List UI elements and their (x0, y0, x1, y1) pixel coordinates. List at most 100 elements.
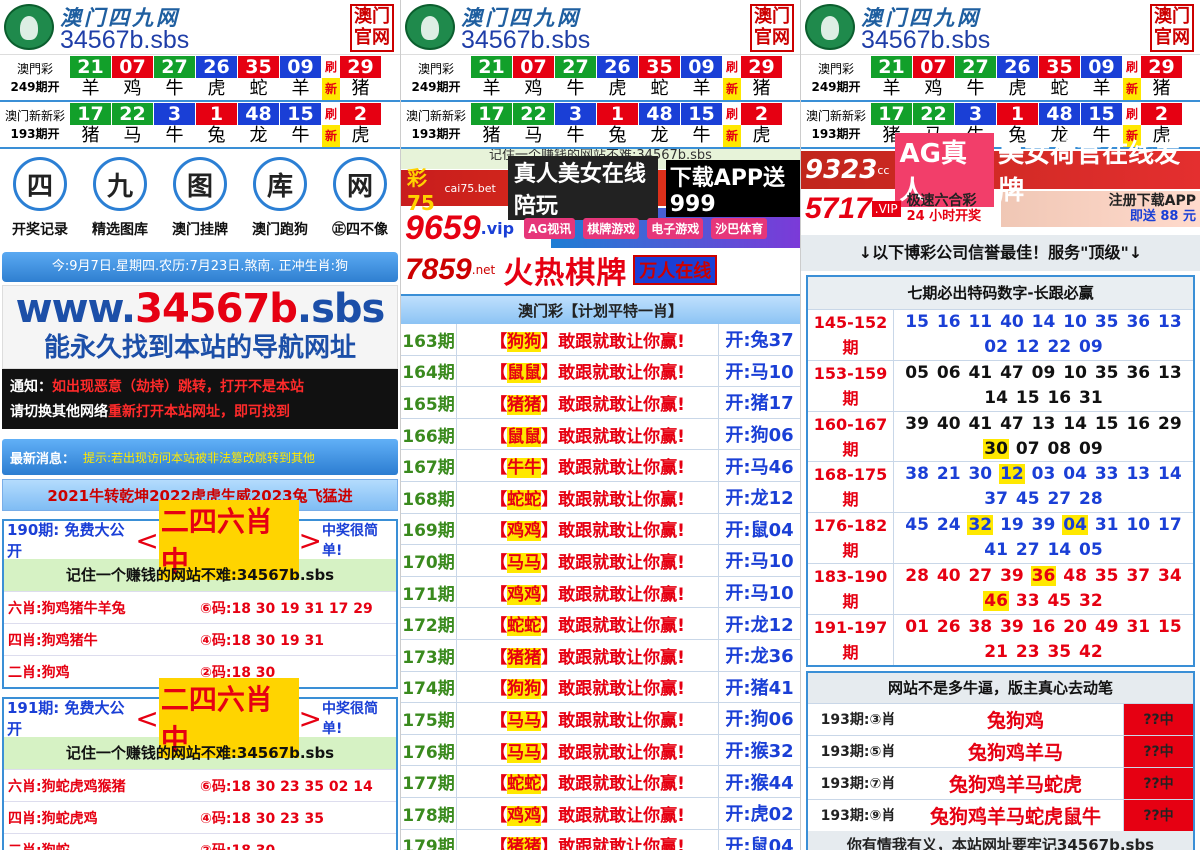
number-ball: 35 蛇 (1039, 56, 1081, 100)
seven-number: 31 (1126, 616, 1151, 637)
official-badge: 澳门 官网 (750, 4, 794, 52)
seven-number: 12 (1015, 337, 1040, 357)
ball-number: 29 (1141, 56, 1182, 78)
plan-pick: 【蛇蛇】敢跟就敢让你赢! (457, 485, 718, 510)
number-pick: ⑥码:18 30 23 35 02 14 (200, 776, 373, 796)
nav-icon: 网 (333, 157, 387, 211)
ad-banner-7859[interactable]: 7859 .net 火热棋牌 万人在线 (401, 250, 800, 291)
refresh-link[interactable]: 刷新 (322, 103, 340, 147)
prediction-row: 六肖:狗蛇虎鸡猴猪 ⑥码:18 30 23 35 02 14 (4, 769, 396, 801)
pick-value: 狗蛇 (42, 843, 70, 850)
plan-result: 开:虎02 (718, 797, 800, 829)
special-ball: 2虎 (741, 103, 783, 147)
refresh-link[interactable]: 刷新 (723, 103, 741, 147)
special-ball: 29 猪 (1141, 56, 1183, 100)
news-ticker: 最新消息： 提示:若出现访问本站被非法篡改跳转到其他 (2, 439, 398, 475)
ball-zodiac: 龙 (650, 125, 669, 146)
ball-zodiac: 马 (524, 125, 543, 146)
ball-number: 29 (340, 56, 381, 78)
refresh-char: 新 (723, 125, 741, 147)
refresh-link[interactable]: 刷新 (1123, 56, 1141, 100)
ball-zodiac: 猪 (482, 125, 501, 146)
seven-number: 13 (1126, 464, 1151, 485)
prediction-period: 190期: 免费大公开 (7, 521, 125, 560)
prediction-row: 四肖:狗蛇虎鸡 ④码:18 30 23 35 (4, 801, 396, 833)
nav-item[interactable]: 图澳门挂牌 (161, 157, 239, 244)
bracket: 】 (541, 521, 559, 542)
ball-number: 3 (154, 103, 195, 125)
ball-number: 22 (112, 103, 153, 125)
ball-zodiac: 虎 (207, 78, 226, 99)
nav-item[interactable]: 库澳门跑狗 (241, 157, 319, 244)
zodiac-result: ??中 (1123, 703, 1193, 735)
plan-period: 165期 (401, 387, 457, 418)
nav-item[interactable]: 九精选图库 (81, 157, 159, 244)
nav-item[interactable]: 网㊣四不像 (321, 157, 399, 244)
number-ball: 27 牛 (555, 56, 597, 100)
bracket: 【 (490, 552, 508, 573)
plan-result: 开:马46 (718, 450, 800, 481)
number-ball: 3牛 (154, 103, 196, 147)
number-ball: 07 鸡 (112, 56, 154, 100)
ball-zodiac: 羊 (482, 78, 501, 99)
badge-top: 澳门 (354, 6, 390, 27)
refresh-link[interactable]: 刷新 (322, 56, 340, 100)
plan-row: 176期 【马马】敢跟就敢让你赢! 开:猴32 (401, 734, 800, 767)
ad-number: 9659 (405, 208, 481, 247)
ad-sub: cc (877, 163, 890, 177)
seven-number: 11 (968, 312, 993, 332)
prediction-tail: 中奖很简单! (321, 523, 378, 559)
ball-number: 1 (196, 103, 237, 125)
site-header: 澳门四九网 34567b.sbs 澳门 官网 (0, 0, 400, 55)
seven-number: 28 (1079, 489, 1103, 510)
seven-number: 16 (1126, 413, 1151, 434)
nav-url-banner[interactable]: www.34567b.sbs 能永久找到本站的导航网址 (2, 285, 398, 369)
ball-number: 07 (112, 56, 153, 78)
plan-result: 开:猴32 (718, 734, 800, 766)
bracket: 】 (541, 774, 559, 795)
ball-number: 17 (471, 103, 512, 125)
badge-bottom: 官网 (1154, 27, 1190, 48)
ad-banner-cai75[interactable]: 彩75 cai75.bet 真人美女在线陪玩 下载APP送999 (401, 156, 800, 220)
macau-result: 澳門彩 249期开 21 羊 07 鸡 27 牛 26 虎 35 蛇 09 羊刷新 29 猪 (0, 56, 400, 102)
seven-row: 160-167期 39 40 41 47 13 14 15 16 29 30 07… (808, 410, 1193, 462)
number-ball: 07 鸡 (513, 56, 555, 100)
plan-row: 164期 【鼠鼠】敢跟就敢让你赢! 开:马10 (401, 355, 800, 388)
seven-number: 35 (1094, 565, 1119, 586)
ball-zodiac: 猪 (351, 78, 370, 99)
official-badge: 澳门 官网 (350, 4, 394, 52)
seven-number: 40 (936, 413, 961, 434)
refresh-link[interactable]: 刷新 (723, 56, 741, 100)
plan-period: 167期 (401, 450, 457, 481)
ball-number: 3 (955, 103, 996, 125)
ball-zodiac: 虎 (608, 78, 627, 99)
ball-zodiac: 牛 (692, 125, 711, 146)
ball-zodiac: 鸡 (524, 78, 543, 99)
bracket: 【 (490, 837, 508, 850)
ball-number: 2 (1141, 103, 1182, 125)
nav-icon: 库 (253, 157, 307, 211)
draw-info: 澳門彩 249期开 (0, 56, 70, 100)
draw-label: 澳門彩 (16, 62, 53, 76)
plan-zodiac: 猪猪 (507, 647, 542, 668)
macau-result: 澳門彩 249期开 21 羊 07 鸡 27 牛 26 虎 35 蛇 09 羊刷新 29 猪 (401, 56, 800, 102)
plan-title: 澳门彩【计划平特一肖】 (401, 294, 800, 324)
plan-zodiac: 鸡鸡 (507, 805, 542, 826)
zodiac-pick: 兔狗鸡羊马 (967, 741, 1063, 764)
seven-number: 39 (905, 413, 929, 434)
ad-banner-9323[interactable]: 9323 cc AG真人 美女荷官在线发牌 (801, 133, 1200, 207)
plan-row: 172期 【蛇蛇】敢跟就敢让你赢! 开:龙12 (401, 608, 800, 640)
pick-label: 四肖: (8, 632, 42, 649)
prediction-tail: 中奖很简单! (321, 701, 378, 737)
refresh-char: 刷 (324, 107, 337, 121)
plan-pick: 【马马】敢跟就敢让你赢! (457, 738, 718, 763)
plan-dare: 敢跟就敢让你赢! (558, 805, 685, 826)
newmacau-result: 澳门新新彩193期开17猪22马3牛1兔48龙15牛刷新2虎 (0, 103, 400, 149)
seven-numbers: 28 40 27 39 36 48 35 37 34 46 33 45 32 (894, 564, 1193, 614)
seven-number: 36 (1126, 362, 1151, 383)
ad-text: 真人美女在线陪玩 (507, 156, 658, 220)
seven-number: 33 (1015, 590, 1040, 611)
refresh-char: 新 (1123, 78, 1141, 100)
plan-dare: 敢跟就敢让你赢! (558, 363, 685, 384)
nav-item[interactable]: 四开奖记录 (1, 157, 79, 244)
